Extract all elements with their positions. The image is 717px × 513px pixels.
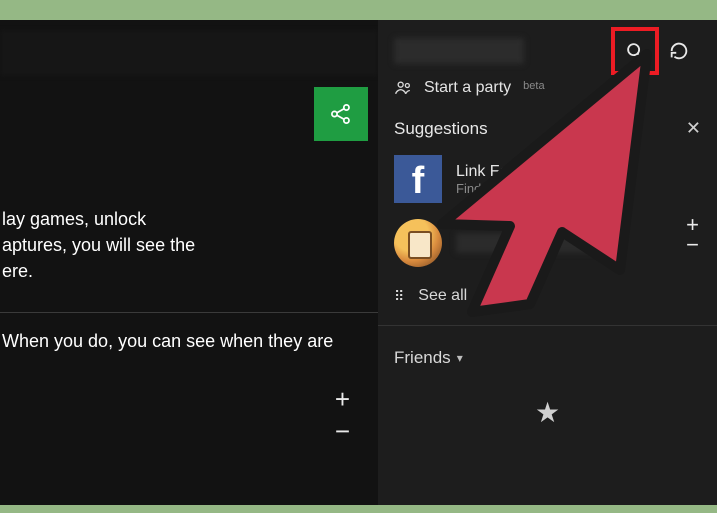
friends-title: Friends	[394, 348, 451, 368]
refresh-icon	[668, 40, 690, 62]
divider	[378, 325, 717, 326]
gamertag-blurred	[394, 38, 524, 64]
empty-feed-message: lay games, unlock aptures, you will see …	[0, 206, 378, 284]
friend-name-blurred	[456, 233, 596, 253]
suggestion-subtitle: Find Facebook friends	[456, 181, 621, 196]
suggestion-text	[456, 233, 596, 253]
share-button[interactable]	[314, 87, 368, 141]
favorite-star: ★	[378, 396, 717, 429]
suggestion-text: Link Facebook account Find Facebook frie…	[456, 163, 621, 196]
grid-icon: ⠿	[394, 288, 406, 305]
plus-icon[interactable]: +	[335, 385, 350, 413]
see-all-label: See all	[418, 287, 467, 305]
suggestions-header: Suggestions ✕	[378, 104, 717, 147]
friends-header	[378, 20, 717, 72]
add-remove-friend: + −	[686, 215, 699, 255]
suggestion-title: Link Facebook account	[456, 163, 621, 181]
avatar	[394, 219, 442, 267]
facebook-icon: f	[394, 155, 442, 203]
suggestion-friend[interactable]: + −	[378, 211, 717, 275]
text-line: lay games, unlock	[2, 206, 378, 232]
xbox-app-window: lay games, unlock aptures, you will see …	[0, 20, 717, 505]
refresh-button[interactable]	[657, 29, 701, 73]
activity-feed-pane: lay games, unlock aptures, you will see …	[0, 20, 378, 505]
share-icon	[328, 101, 354, 127]
divider	[0, 312, 378, 313]
add-remove-controls: + −	[335, 385, 350, 445]
remove-friend-button[interactable]: −	[686, 235, 699, 255]
feed-item-blurred	[0, 30, 378, 76]
search-friends-button[interactable]	[613, 29, 657, 73]
text-line: aptures, you will see the	[2, 232, 378, 258]
suggestions-title: Suggestions	[394, 119, 488, 139]
see-all-row[interactable]: ⠿ See all	[378, 275, 717, 317]
search-icon	[624, 40, 646, 62]
minus-icon[interactable]: −	[335, 417, 350, 445]
suggestion-facebook[interactable]: f Link Facebook account Find Facebook fr…	[378, 147, 717, 211]
beta-badge: beta	[523, 80, 544, 92]
close-suggestions-button[interactable]: ✕	[686, 118, 701, 139]
start-party-label: Start a party	[424, 79, 511, 97]
friends-pane: Start a party beta Suggestions ✕ f Link …	[378, 20, 717, 505]
people-icon	[394, 78, 414, 98]
text-line: ere.	[2, 258, 378, 284]
start-party-row[interactable]: Start a party beta	[378, 72, 717, 104]
friends-hint-text: When you do, you can see when they are	[0, 331, 378, 352]
chevron-down-icon: ▾	[457, 351, 463, 365]
friends-section-header[interactable]: Friends ▾	[378, 334, 717, 382]
